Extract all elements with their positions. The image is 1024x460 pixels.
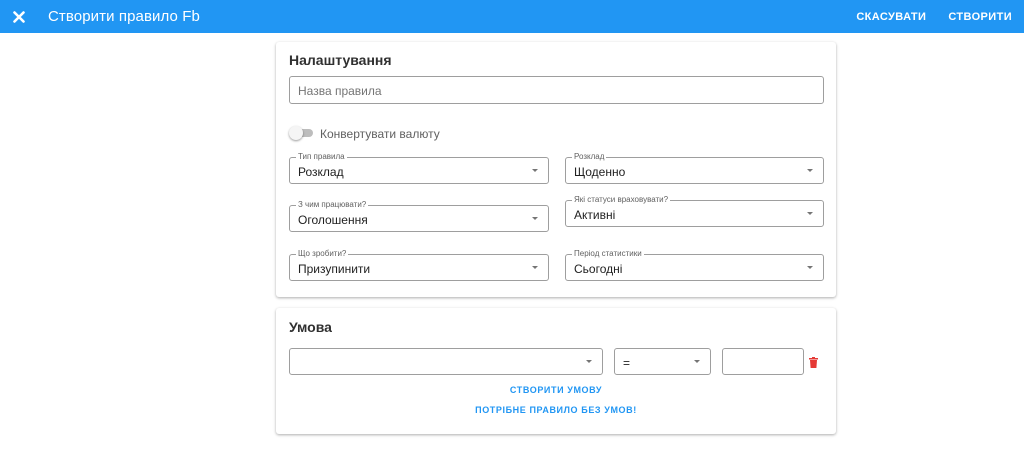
statuses-select[interactable]: Які статуси враховувати? Активні xyxy=(565,195,824,227)
appbar-actions: СКАСУВАТИ СТВОРИТИ xyxy=(834,11,1012,23)
rule-type-value: Розклад xyxy=(298,165,344,179)
work-with-select[interactable]: З чим працювати? Оголошення xyxy=(289,200,549,232)
action-value: Призупинити xyxy=(298,262,371,276)
schedule-value: Щоденно xyxy=(574,165,626,179)
statuses-label: Які статуси враховувати? xyxy=(572,195,671,205)
work-with-value: Оголошення xyxy=(298,213,368,227)
trash-icon[interactable] xyxy=(809,357,818,368)
condition-operator-value: = xyxy=(623,356,631,370)
chevron-down-icon xyxy=(532,265,538,269)
convert-currency-label: Конвертувати валюту xyxy=(320,127,440,141)
settings-card: Налаштування Назва правила Конвертувати … xyxy=(276,42,836,297)
chevron-down-icon xyxy=(807,265,813,269)
toggle-knob xyxy=(289,126,303,140)
rule-type-select[interactable]: Тип правила Розклад xyxy=(289,152,549,184)
condition-heading: Умова xyxy=(289,319,332,335)
chevron-down-icon xyxy=(532,216,538,220)
stats-period-select[interactable]: Період статистики Сьогодні xyxy=(565,249,824,281)
chevron-down-icon xyxy=(807,168,813,172)
condition-value-input[interactable] xyxy=(722,348,804,375)
rule-type-label: Тип правила xyxy=(296,152,347,162)
chevron-down-icon xyxy=(807,211,813,215)
schedule-label: Розклад xyxy=(572,152,607,162)
close-icon xyxy=(13,10,25,23)
rule-name-placeholder: Назва правила xyxy=(298,84,382,98)
stats-period-value: Сьогодні xyxy=(574,262,623,276)
rule-without-conditions-button[interactable]: ПОТРІБНЕ ПРАВИЛО БЕЗ УМОВ! xyxy=(276,405,836,415)
chevron-down-icon xyxy=(694,359,700,363)
chevron-down-icon xyxy=(532,168,538,172)
close-button[interactable] xyxy=(0,0,38,33)
action-label: Що зробити? xyxy=(296,249,349,259)
statuses-value: Активні xyxy=(574,208,616,222)
chevron-down-icon xyxy=(586,359,592,363)
settings-heading: Налаштування xyxy=(289,52,392,68)
page-title: Створити правило Fb xyxy=(48,8,200,25)
action-select[interactable]: Що зробити? Призупинити xyxy=(289,249,549,281)
app-bar: Створити правило Fb СКАСУВАТИ СТВОРИТИ xyxy=(0,0,1024,33)
work-with-label: З чим працювати? xyxy=(296,200,369,210)
schedule-select[interactable]: Розклад Щоденно xyxy=(565,152,824,184)
create-button[interactable]: СТВОРИТИ xyxy=(948,11,1012,23)
condition-card: Умова = СТВОРИТИ УМОВУ ПОТРІБНЕ ПРАВИЛО … xyxy=(276,308,836,434)
convert-currency-toggle[interactable] xyxy=(289,126,315,140)
create-condition-button[interactable]: СТВОРИТИ УМОВУ xyxy=(276,385,836,395)
condition-operator-select[interactable]: = xyxy=(614,348,711,375)
stats-period-label: Період статистики xyxy=(572,249,644,259)
condition-metric-select[interactable] xyxy=(289,348,603,375)
cancel-button[interactable]: СКАСУВАТИ xyxy=(856,11,926,23)
rule-name-input[interactable]: Назва правила xyxy=(289,76,824,104)
